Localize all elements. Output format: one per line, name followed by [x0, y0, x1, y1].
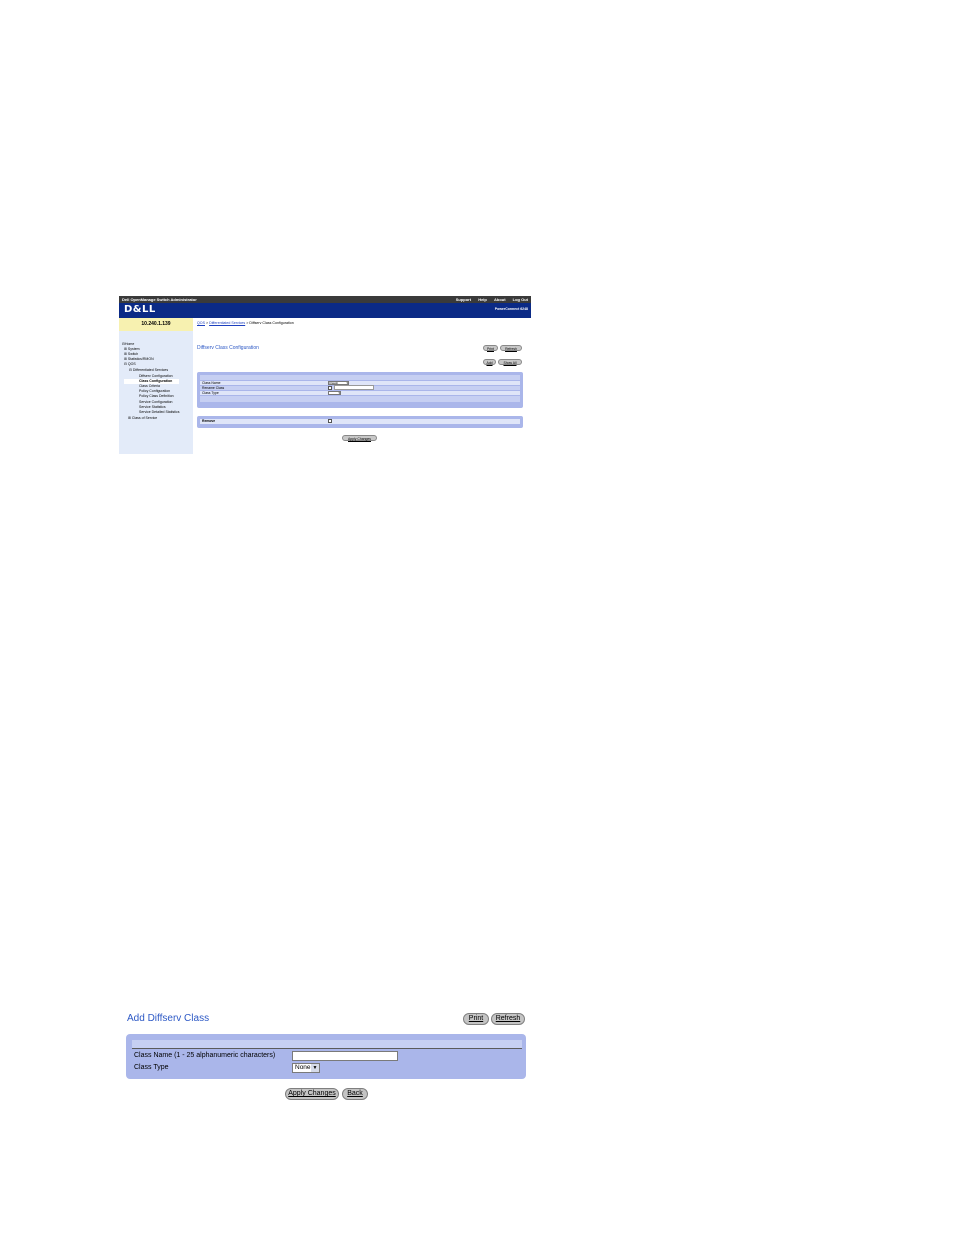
breadcrumb-differentiated-services[interactable]: Differentiated Services: [209, 321, 245, 325]
breadcrumb-current: Diffserv Class Configuration: [249, 321, 294, 325]
apply-changes-button[interactable]: Apply Changes: [342, 435, 377, 441]
about-link[interactable]: About: [494, 297, 506, 302]
class-name-input[interactable]: [292, 1051, 398, 1061]
remove-checkbox[interactable]: [328, 419, 332, 423]
class-type-label: Class Type: [134, 1064, 169, 1071]
class-type-row: Class Type None ▼: [132, 1062, 522, 1074]
class-name-row: Class Name (1 - 25 alphanumeric characte…: [132, 1050, 522, 1062]
back-button[interactable]: Back: [342, 1088, 368, 1100]
app-title: Dell OpenManage Switch Administrator: [122, 297, 197, 302]
support-link[interactable]: Support: [456, 297, 471, 302]
class-config-panel: Class Name Classb ▾ Rename Class Class Ty…: [197, 372, 523, 408]
dell-logo: D&LL: [124, 304, 156, 315]
nav-item-service-detailed-statistics[interactable]: Service Detailed Statistics: [139, 410, 179, 415]
class-type-label: Class Type: [202, 391, 219, 395]
nav-item-differentiated-services[interactable]: ⊟ Differentiated Services: [129, 368, 168, 373]
ip-panel: 10.240.1.139: [119, 318, 193, 331]
model-name: PowerConnect 6248: [494, 307, 528, 311]
nav-item-qos[interactable]: ⊟ QOS: [124, 362, 136, 367]
rename-class-label: Rename Class: [202, 386, 225, 390]
show-all-button[interactable]: Show All: [498, 359, 522, 365]
remove-row: Remove: [200, 419, 520, 424]
class-type-select[interactable]: None ▼: [292, 1063, 320, 1073]
rename-class-row: Rename Class: [200, 385, 520, 390]
help-link[interactable]: Help: [478, 297, 487, 302]
top-links: Support Help About Log Out: [450, 296, 528, 303]
class-type-row: Class Type ▾: [200, 391, 520, 395]
page-title: Diffserv Class Configuration: [197, 345, 259, 351]
chevron-down-icon: ▼: [311, 1064, 319, 1072]
refresh-button[interactable]: Refresh: [500, 345, 522, 351]
chevron-down-icon: ▾: [338, 391, 340, 395]
remove-panel: Remove: [197, 416, 523, 428]
nav-tree: ⊟Home ⊞ System ⊞ Switch ⊞ Statistics/RMO…: [119, 331, 193, 454]
print-button[interactable]: Print: [463, 1013, 489, 1025]
rename-class-input[interactable]: [334, 385, 374, 390]
nav-item-class-of-service[interactable]: ⊞ Class of Service: [128, 416, 157, 421]
panel-header: [132, 1040, 522, 1049]
add-class-panel: Class Name (1 - 25 alphanumeric characte…: [126, 1034, 526, 1079]
breadcrumb-qos[interactable]: QOS: [197, 321, 205, 325]
remove-label: Remove: [202, 419, 216, 423]
class-type-select[interactable]: ▾: [328, 391, 341, 395]
add-diffserv-class-screenshot: Add Diffserv Class Print Refresh Class N…: [124, 1009, 528, 1103]
top-bar: Dell OpenManage Switch Administrator Sup…: [119, 296, 531, 303]
panel-header: [200, 375, 520, 380]
apply-changes-button[interactable]: Apply Changes: [285, 1088, 339, 1100]
logout-link[interactable]: Log Out: [513, 297, 528, 302]
page-title: Add Diffserv Class: [127, 1013, 210, 1024]
diffserv-class-configuration-screenshot: Dell OpenManage Switch Administrator Sup…: [119, 296, 531, 454]
panel-spacer: [200, 396, 520, 402]
class-name-label: Class Name: [202, 381, 221, 385]
refresh-button[interactable]: Refresh: [491, 1013, 525, 1025]
class-name-label: Class Name (1 - 25 alphanumeric characte…: [134, 1052, 276, 1059]
print-button[interactable]: Print: [483, 345, 498, 351]
ip-address: 10.240.1.139: [141, 321, 171, 327]
banner: D&LL PowerConnect 6248: [119, 303, 531, 318]
rename-class-checkbox[interactable]: [328, 386, 332, 390]
nav-item-policy-class-definition[interactable]: Policy Class Definition: [139, 394, 174, 399]
breadcrumb: QOS > Differentiated Services > Diffserv…: [197, 321, 294, 325]
add-button[interactable]: Add: [483, 359, 496, 365]
